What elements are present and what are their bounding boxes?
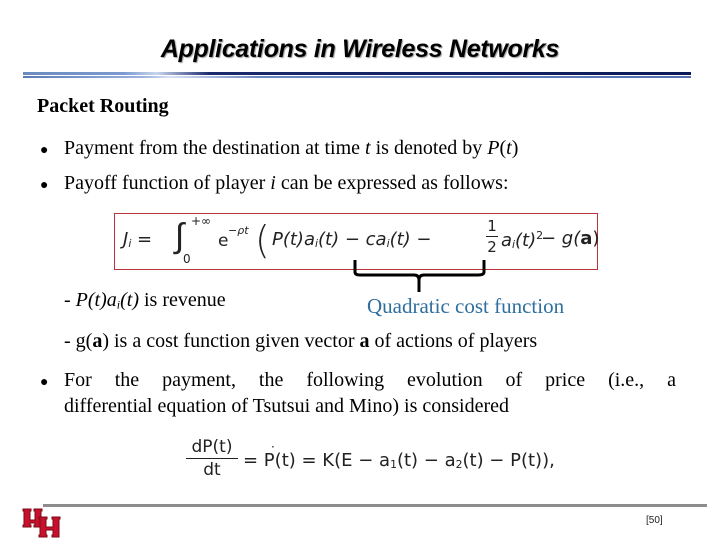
bullet-text: Payment from the destination at time t i… <box>64 137 519 159</box>
bullet-dot-icon: ● <box>40 375 49 390</box>
title-underline-dark <box>23 72 691 75</box>
fraction-half: 1 2 <box>486 217 498 256</box>
exponential-base: e <box>218 231 229 251</box>
note-revenue: - P(t)ai(t) is revenue <box>64 289 226 312</box>
payoff-equation: Ji = <box>123 229 153 251</box>
exponential-power: −ρt <box>228 224 249 237</box>
price-equation: = P(t) = K(E − a1(t) − a2(t) − P(t)), <box>243 450 555 472</box>
footer-rule <box>43 504 707 507</box>
payoff-cost-term: − g(a) <box>541 228 600 249</box>
university-logo-icon <box>22 508 61 538</box>
section-heading: Packet Routing <box>37 95 169 117</box>
note-cost-function: - g(a) is a cost function given vector a… <box>64 330 538 352</box>
quadratic-cost-annotation: Quadratic cost function <box>367 294 565 318</box>
bullet-price-evolution: ● For the payment, the following evoluti… <box>40 367 680 417</box>
dot-accent-icon: · <box>271 440 275 454</box>
integral-lower-limit: 0 <box>183 252 191 266</box>
page-number: [50] <box>646 515 663 526</box>
payoff-body: P(t)ai(t) − cai(t) − <box>272 229 432 251</box>
bullet-payment: ● Payment from the destination at time t… <box>40 137 518 160</box>
bullet-text-line1: For the payment, the following evolution… <box>64 369 676 391</box>
left-paren: ( <box>255 218 270 262</box>
bullet-text-line2: differential equation of Tsutsui and Min… <box>64 395 509 417</box>
title-underline-light <box>23 76 691 78</box>
slide-title: Applications in Wireless Networks <box>160 35 560 63</box>
brace-icon <box>353 260 486 292</box>
bullet-dot-icon: ● <box>40 143 49 158</box>
integral-sign-icon: ∫ <box>175 216 185 256</box>
title-underline <box>23 72 691 78</box>
bullet-text: Payoff function of player i can be expre… <box>64 172 509 194</box>
integral-upper-limit: +∞ <box>191 214 212 228</box>
payoff-body-tail: ai(t)2 <box>501 229 544 252</box>
price-derivative-fraction: dP(t) dt <box>186 437 238 480</box>
bullet-dot-icon: ● <box>40 178 49 193</box>
bullet-payoff: ● Payoff function of player i can be exp… <box>40 172 509 195</box>
